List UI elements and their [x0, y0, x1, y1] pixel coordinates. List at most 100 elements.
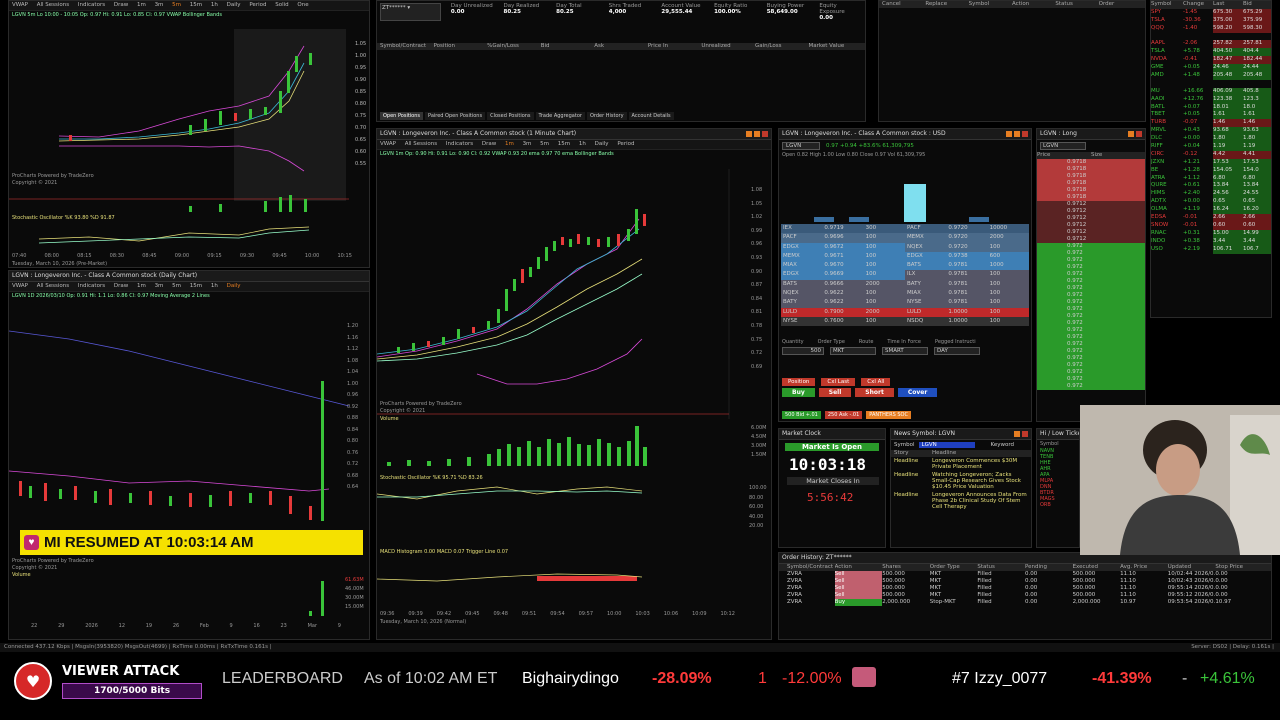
- col-headline[interactable]: Headline: [932, 450, 1028, 457]
- book-row[interactable]: EDGX 0.9672 100 NQEX 0.9720 100: [781, 242, 1029, 252]
- col-bid[interactable]: Bid: [1243, 1, 1271, 9]
- book-row[interactable]: BATS 0.9666 2000 BATY 0.9781 100: [781, 279, 1029, 290]
- order-row[interactable]: ZVRA Sell 500.000 MKT Filled 0.00 500.000 11.10…: [787, 571, 1263, 578]
- buy-button[interactable]: Buy: [782, 388, 815, 397]
- col-symbol[interactable]: Symbol: [1151, 1, 1183, 9]
- col-size[interactable]: Size: [1091, 152, 1145, 159]
- col-header[interactable]: Updated: [1168, 564, 1216, 571]
- col-change[interactable]: Change: [1183, 1, 1213, 9]
- col-cancel[interactable]: Cancel: [882, 1, 925, 8]
- position-button[interactable]: Position: [782, 378, 816, 386]
- col-header[interactable]: Symbol/Contract: [787, 564, 835, 571]
- watchlist-row[interactable]: TURB -0.07 1.46 1.46: [1151, 119, 1271, 128]
- col-header[interactable]: Market Value: [809, 43, 863, 50]
- watchlist-row[interactable]: [1151, 33, 1271, 41]
- book-row[interactable]: PACF 0.9696 100 MEMX 0.9720 2000: [781, 233, 1029, 243]
- col-story[interactable]: Story: [894, 450, 932, 457]
- cancel-all-button[interactable]: Cxl All: [861, 378, 891, 386]
- col-symbol[interactable]: Symbol: [969, 1, 1012, 8]
- col-header[interactable]: %Gain/Loss: [487, 43, 541, 50]
- tab-closed-positions[interactable]: Closed Positions: [487, 112, 534, 120]
- col-header[interactable]: Avg. Price: [1120, 564, 1168, 571]
- watchlist-row[interactable]: AAOI +12.76 123.38 123.3: [1151, 95, 1271, 104]
- book-row[interactable]: IEX 0.9719 300 PACF 0.9720 10000: [781, 224, 1029, 234]
- watchlist-row[interactable]: MRVL +0.43 93.68 93.63: [1151, 127, 1271, 136]
- watchlist-row[interactable]: EDSA -0.01 2.66 2.66: [1151, 214, 1271, 222]
- book-row[interactable]: BATY 0.9622 100 NYSE 0.9781 100: [781, 298, 1029, 308]
- watchlist-row[interactable]: INDO +0.38 3.44 3.44: [1151, 237, 1271, 246]
- close-icon[interactable]: [1022, 430, 1028, 437]
- col-last[interactable]: Last: [1213, 1, 1243, 9]
- col-header[interactable]: Stop Price: [1215, 564, 1263, 571]
- watchlist-row[interactable]: [1151, 80, 1271, 88]
- col-header[interactable]: Position: [434, 43, 488, 50]
- watchlist-row[interactable]: JZXN +1.21 17.53 17.53: [1151, 158, 1271, 167]
- book-row[interactable]: NQEX 0.9622 100 MIAX 0.9781 100: [781, 289, 1029, 299]
- order-row[interactable]: ZVRA Sell 500.000 MKT Filled 0.00 500.000 11.10…: [787, 592, 1263, 599]
- watchlist-row[interactable]: SPY -1.45 675.30 675.29: [1151, 8, 1271, 17]
- time-sales-symbol-input[interactable]: LGVN: [1040, 142, 1086, 150]
- quick-custom-button[interactable]: PANTHERS SOC: [866, 411, 911, 419]
- col-order[interactable]: Order: [1099, 1, 1142, 8]
- watchlist-row[interactable]: BE +1.28 154.05 154.0: [1151, 166, 1271, 175]
- col-header[interactable]: Shares: [882, 564, 930, 571]
- minimize-icon[interactable]: [1128, 130, 1134, 137]
- col-header[interactable]: Action: [835, 564, 883, 571]
- quick-ask-button[interactable]: 250 Ask -.01: [824, 411, 863, 419]
- col-header[interactable]: Status: [977, 564, 1025, 571]
- account-selector[interactable]: ZT****** ▾: [380, 3, 441, 21]
- sell-button[interactable]: Sell: [818, 388, 852, 397]
- news-item[interactable]: Headline Longeveron Announces Data From P…: [891, 491, 1031, 511]
- col-header[interactable]: Order Type: [930, 564, 978, 571]
- short-button[interactable]: Short: [855, 388, 894, 397]
- watchlist-row[interactable]: QURE +0.61 13.84 13.84: [1151, 182, 1271, 191]
- tab-trade-aggregator[interactable]: Trade Aggregator: [535, 112, 585, 120]
- watchlist-row[interactable]: AAPL -2.06 257.82 257.81: [1151, 40, 1271, 49]
- col-header[interactable]: Ask: [594, 43, 648, 50]
- cover-button[interactable]: Cover: [897, 388, 938, 397]
- book-row[interactable]: EDGX 0.9669 100 ILX 0.9781 100: [781, 270, 1029, 280]
- watchlist-row[interactable]: DLC +0.00 1.80 1.80: [1151, 135, 1271, 144]
- col-header[interactable]: Unrealized: [701, 43, 755, 50]
- order-row[interactable]: ZVRA Sell 500.000 MKT Filled 0.00 500.000 11.10…: [787, 578, 1263, 585]
- news-symbol-input[interactable]: LGVN: [918, 442, 975, 448]
- watchlist-row[interactable]: MU +16.66 406.09 405.8: [1151, 87, 1271, 96]
- order-row[interactable]: ZVRA Buy 2,000.000 Stop-MKT Filled 0.00 2,000.…: [787, 599, 1263, 606]
- close-icon[interactable]: [1136, 130, 1142, 137]
- col-status[interactable]: Status: [1055, 1, 1098, 8]
- order-type-select[interactable]: MKT: [830, 347, 876, 355]
- tab-order-history[interactable]: Order History: [586, 112, 627, 120]
- tab-paired-open-positions[interactable]: Paired Open Positions: [425, 112, 486, 120]
- watchlist-row[interactable]: CIRC -0.12 4.42 4.41: [1151, 150, 1271, 159]
- book-row[interactable]: NYSE 0.7600 100 NSDQ 1.0000 100: [781, 316, 1029, 327]
- watchlist-row[interactable]: ATRA +1.12 6.80 6.80: [1151, 174, 1271, 183]
- quick-bid-button[interactable]: 500 Bid +.01: [782, 411, 821, 419]
- order-row[interactable]: ZVRA Sell 500.000 MKT Filled 0.00 500.000 11.10…: [787, 585, 1263, 592]
- tab-account-details[interactable]: Account Details: [628, 112, 674, 120]
- watchlist-row[interactable]: QQQ -1.40 598.20 598.30: [1151, 24, 1271, 33]
- hilo-symbol[interactable]: ORB: [1040, 502, 1076, 508]
- watchlist-row[interactable]: OLMA +1.19 16.24 16.20: [1151, 206, 1271, 215]
- col-header[interactable]: Executed: [1073, 564, 1121, 571]
- tab-open-positions[interactable]: Open Positions: [380, 112, 424, 120]
- quantity-input[interactable]: 500: [782, 347, 824, 355]
- book-row[interactable]: MIAX 0.9670 100 BATS 0.9781 1000: [781, 261, 1029, 271]
- watchlist-row[interactable]: SNOW -0.01 0.60 0.60: [1151, 221, 1271, 230]
- route-select[interactable]: SMART: [882, 347, 928, 355]
- news-item[interactable]: Headline Watching Longeveron; Zacks Small…: [891, 471, 1031, 491]
- watchlist-row[interactable]: USO +2.19 106.71 106.7: [1151, 245, 1271, 254]
- col-header[interactable]: Pending: [1025, 564, 1073, 571]
- watchlist-row[interactable]: GME +0.05 24.46 24.44: [1151, 64, 1271, 73]
- watchlist-row[interactable]: HIMS +2.40 24.56 24.55: [1151, 190, 1271, 199]
- book-row[interactable]: MEMX 0.9671 100 EDGX 0.9738 600: [781, 251, 1029, 262]
- watchlist-row[interactable]: TBET +0.05 1.61 1.61: [1151, 111, 1271, 120]
- watchlist-row[interactable]: TSLA +5.78 404.50 404.4: [1151, 48, 1271, 57]
- watchlist-row[interactable]: RIFF +0.04 1.19 1.19: [1151, 143, 1271, 151]
- watchlist-row[interactable]: TSLA -30.36 375.00 375.99: [1151, 16, 1271, 25]
- watchlist-row[interactable]: AMD +1.48 205.48 205.48: [1151, 72, 1271, 80]
- watchlist-row[interactable]: NVDA -0.41 182.47 182.44: [1151, 56, 1271, 65]
- news-item[interactable]: Headline Longeveron Commences $30M Privat…: [891, 457, 1031, 471]
- cancel-last-button[interactable]: Cxl Last: [821, 378, 856, 386]
- minimize-icon[interactable]: [1014, 430, 1020, 437]
- tif-select[interactable]: DAY: [934, 347, 980, 355]
